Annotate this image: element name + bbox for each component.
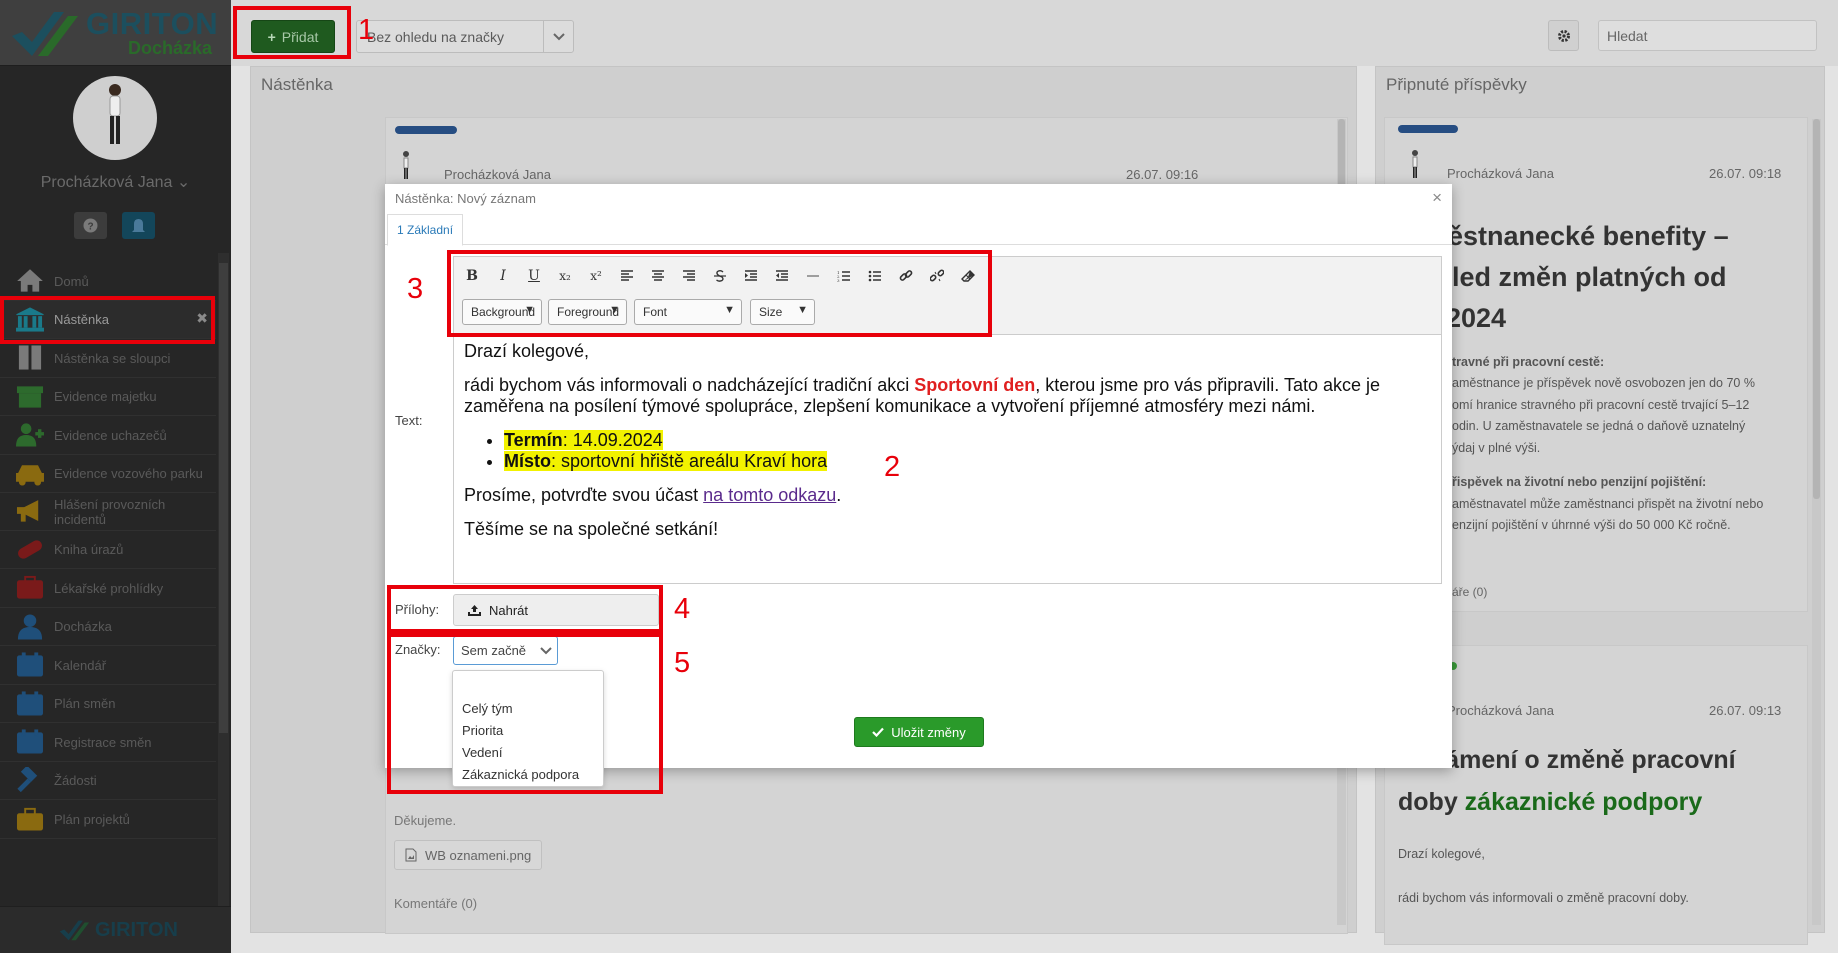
modal-title: Nástěnka: Nový záznam — [395, 191, 536, 206]
text-label: Text: — [395, 413, 423, 428]
editor-content[interactable]: Drazí kolegové, rádi bychom vás informov… — [453, 334, 1442, 584]
annotation-box-1 — [233, 6, 351, 59]
annotation-number-5: 5 — [674, 647, 691, 679]
content-closing: Těšíme se na společné setkání! — [464, 519, 719, 539]
list-item: Místo: sportovní hřiště areálu Kraví hor… — [504, 451, 1431, 472]
annotation-box-sidebar — [0, 296, 215, 344]
content-paragraph: Prosíme, potvrďte svou účast na tomto od… — [464, 485, 842, 505]
tab-basic[interactable]: 1 Základní — [387, 214, 464, 246]
annotation-number-3: 3 — [407, 273, 424, 305]
check-icon — [872, 727, 885, 737]
annotation-number-1: 1 — [358, 14, 375, 46]
content-paragraph: rádi bychom vás informovali o nadcházejí… — [464, 375, 1381, 416]
list-item: Termín: 14.09.2024 — [504, 430, 1431, 451]
content-list: Termín: 14.09.2024 Místo: sportovní hřiš… — [504, 430, 1431, 472]
annotation-number-4: 4 — [674, 593, 691, 625]
content-greeting: Drazí kolegové, — [464, 341, 590, 361]
modal-tabs: 1 Základní — [385, 213, 1452, 246]
close-icon[interactable]: × — [1432, 188, 1442, 208]
annotation-box-5 — [387, 633, 663, 794]
annotation-box-3 — [447, 250, 992, 337]
annotation-box-4 — [387, 585, 663, 633]
annotation-number-2: 2 — [884, 451, 901, 483]
save-button[interactable]: Uložit změny — [854, 717, 984, 747]
content-link[interactable]: na tomto odkazu — [703, 485, 836, 505]
save-label: Uložit změny — [891, 724, 966, 740]
